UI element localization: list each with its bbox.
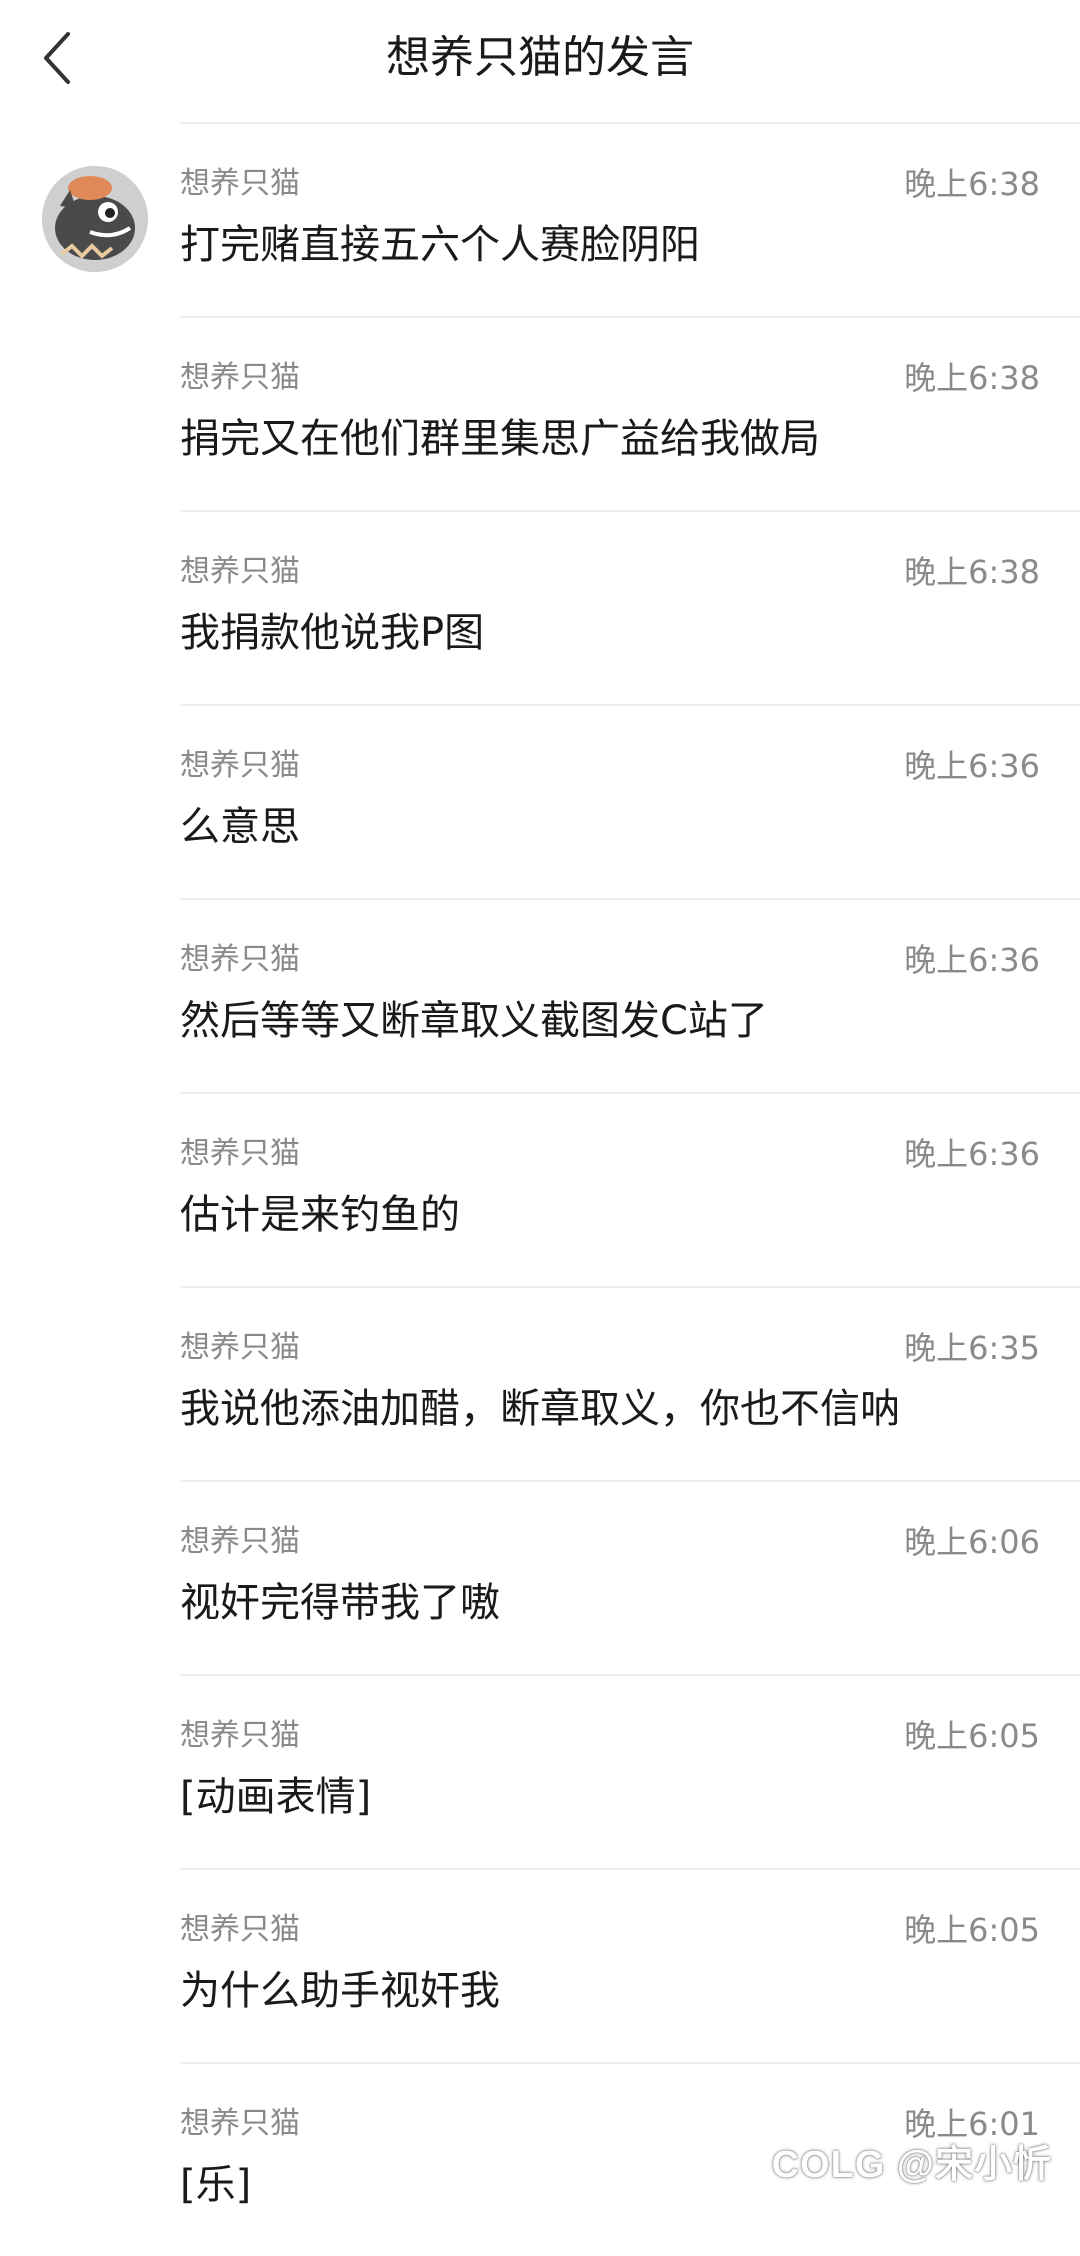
divider: [180, 122, 1080, 124]
divider: [180, 1092, 1080, 1094]
divider: [180, 1286, 1080, 1288]
message-item[interactable]: 想养只猫 晚上6:05 [动画表情]: [0, 1674, 1080, 1868]
message-list[interactable]: 想养只猫 晚上6:38 打完赌直接五六个人赛脸阴阳 想养只猫 晚上6:38 捐完…: [0, 122, 1080, 2256]
message-item[interactable]: 想养只猫 晚上6:38 捐完又在他们群里集思广益给我做局: [0, 316, 1080, 510]
message-text: 估计是来钓鱼的: [180, 1192, 460, 1238]
sender-name: 想养只猫: [180, 1524, 300, 1559]
message-time: 晚上6:38: [904, 359, 1040, 397]
sender-name: 想养只猫: [180, 166, 300, 201]
message-time: 晚上6:36: [904, 1135, 1040, 1173]
cat-avatar-icon: [42, 166, 148, 272]
header-bar: 想养只猫的发言: [0, 0, 1080, 122]
divider: [180, 510, 1080, 512]
message-item[interactable]: 想养只猫 晚上6:36 么意思: [0, 704, 1080, 898]
divider: [180, 704, 1080, 706]
divider: [180, 1480, 1080, 1482]
sender-name: 想养只猫: [180, 360, 300, 395]
message-time: 晚上6:05: [904, 1717, 1040, 1755]
message-time: 晚上6:06: [904, 1523, 1040, 1561]
message-time: 晚上6:38: [904, 553, 1040, 591]
message-text: [动画表情]: [180, 1774, 372, 1820]
message-text: 打完赌直接五六个人赛脸阴阳: [180, 222, 700, 268]
message-text: 捐完又在他们群里集思广益给我做局: [180, 416, 820, 462]
message-item[interactable]: 想养只猫 晚上6:38 打完赌直接五六个人赛脸阴阳: [0, 122, 1080, 316]
divider: [180, 1868, 1080, 1870]
message-time: 晚上6:36: [904, 747, 1040, 785]
watermark: COLG @宋小忻: [771, 2144, 1052, 2186]
sender-name: 想养只猫: [180, 748, 300, 783]
message-text: 么意思: [180, 804, 300, 850]
sender-name: 想养只猫: [180, 942, 300, 977]
sender-name: 想养只猫: [180, 1718, 300, 1753]
message-text: 我捐款他说我P图: [180, 610, 485, 656]
message-item[interactable]: 想养只猫 晚上6:05 为什么助手视奸我: [0, 1868, 1080, 2062]
message-text: [乐]: [180, 2162, 252, 2208]
message-item[interactable]: 想养只猫 晚上6:06 视奸完得带我了嗷: [0, 1480, 1080, 1674]
message-item[interactable]: 想养只猫 晚上6:35 我说他添油加醋，断章取义，你也不信呐: [0, 1286, 1080, 1480]
sender-name: 想养只猫: [180, 2106, 300, 2141]
message-text: 为什么助手视奸我: [180, 1968, 500, 2014]
divider: [180, 2062, 1080, 2064]
message-time: 晚上6:35: [904, 1329, 1040, 1367]
avatar[interactable]: [42, 166, 148, 272]
message-time: 晚上6:38: [904, 165, 1040, 203]
divider: [180, 1674, 1080, 1676]
message-time: 晚上6:05: [904, 1911, 1040, 1949]
sender-name: 想养只猫: [180, 554, 300, 589]
message-item[interactable]: 想养只猫 晚上6:36 估计是来钓鱼的: [0, 1092, 1080, 1286]
message-item[interactable]: 想养只猫 晚上6:36 然后等等又断章取义截图发C站了: [0, 898, 1080, 1092]
divider: [180, 316, 1080, 318]
page-title: 想养只猫的发言: [386, 32, 694, 83]
sender-name: 想养只猫: [180, 1136, 300, 1171]
sender-name: 想养只猫: [180, 1330, 300, 1365]
divider: [180, 898, 1080, 900]
message-item[interactable]: 想养只猫 晚上6:38 我捐款他说我P图: [0, 510, 1080, 704]
message-text: 视奸完得带我了嗷: [180, 1580, 500, 1626]
sender-name: 想养只猫: [180, 1912, 300, 1947]
message-text: 然后等等又断章取义截图发C站了: [180, 998, 768, 1044]
message-text: 我说他添油加醋，断章取义，你也不信呐: [180, 1386, 900, 1432]
message-time: 晚上6:36: [904, 941, 1040, 979]
